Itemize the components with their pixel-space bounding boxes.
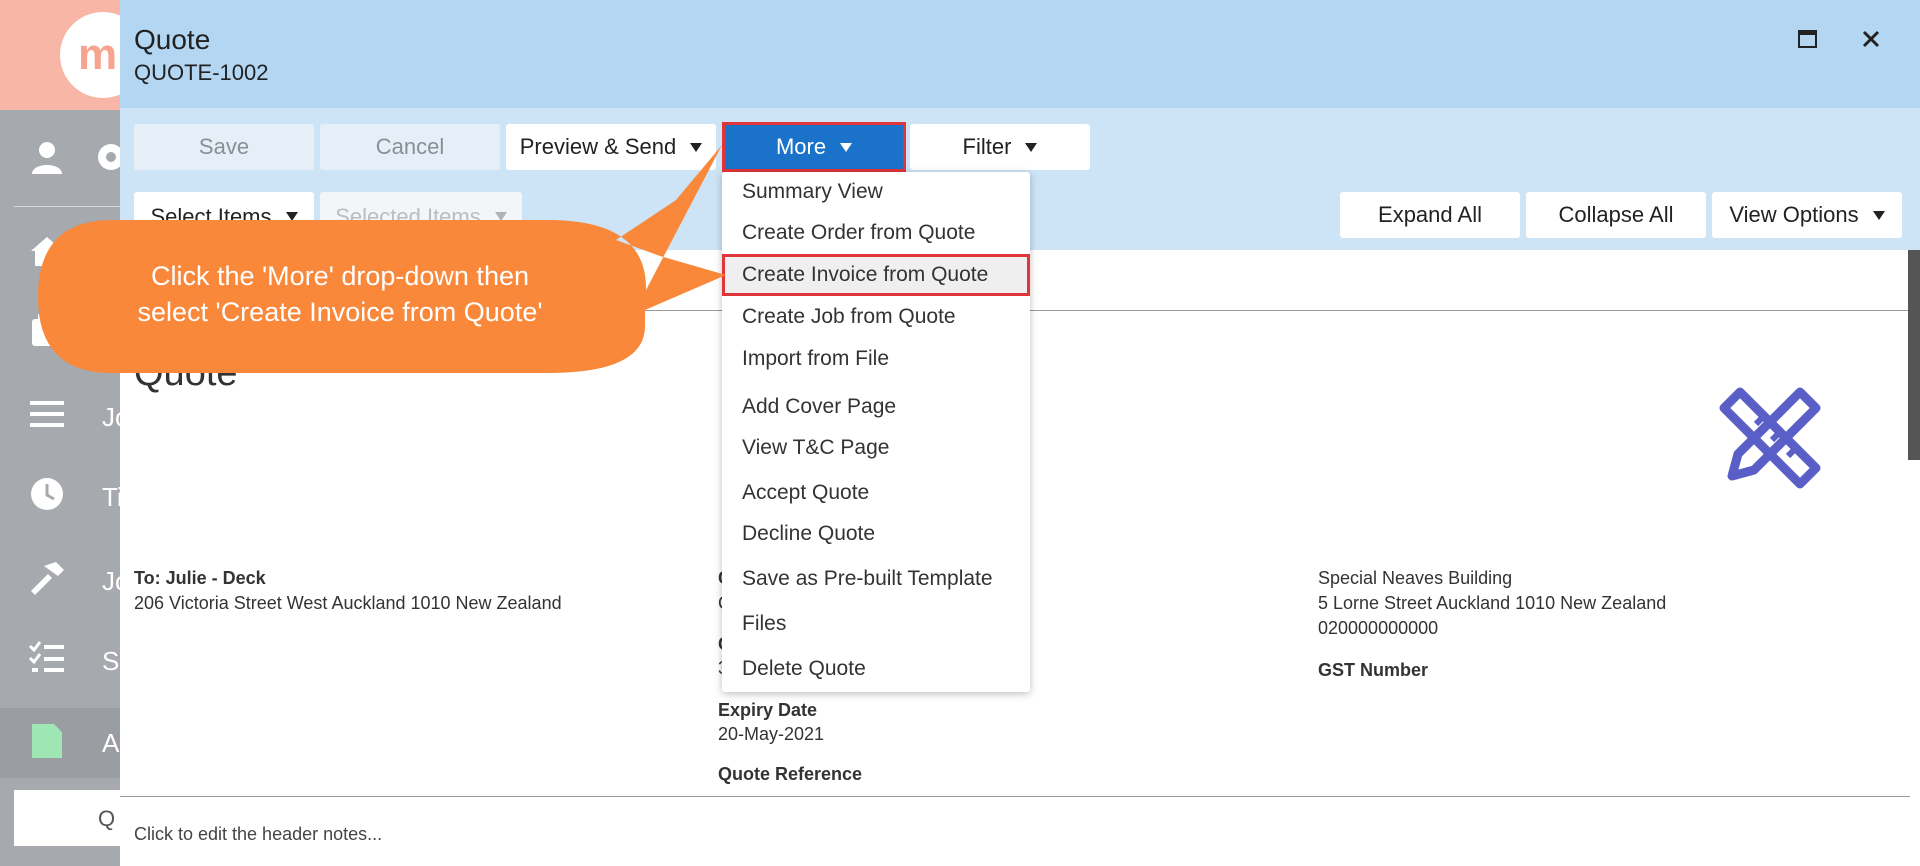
document-divider: [120, 796, 1910, 797]
sidebar-item-label: S: [102, 646, 120, 676]
collapse-all-button[interactable]: Collapse All: [1526, 192, 1706, 238]
company-phone: 020000000000: [1318, 618, 1439, 638]
expiry-date-label: Expiry Date: [718, 700, 818, 720]
menu-item-add-cover-page[interactable]: Add Cover Page: [722, 388, 1030, 426]
modal-header: Quote QUOTE-1002: [120, 0, 1920, 108]
to-address: 206 Victoria Street West Auckland 1010 N…: [134, 593, 562, 613]
expand-all-label: Expand All: [1378, 202, 1482, 227]
view-options-label: View Options: [1729, 202, 1859, 227]
sidebar-search[interactable]: [14, 790, 134, 846]
hammer-icon[interactable]: [28, 558, 66, 596]
callout-line-1: Click the 'More' drop-down then: [151, 261, 529, 291]
company-name: Special Neaves Building: [1318, 568, 1513, 588]
close-icon[interactable]: [1856, 24, 1886, 54]
instruction-callout-text: Click the 'More' drop-down then select '…: [60, 258, 620, 330]
sidebar-item-label: A: [102, 728, 120, 758]
app-logo-text: m: [78, 30, 117, 79]
chevron-down-icon: [1872, 210, 1885, 220]
menu-item-save-template[interactable]: Save as Pre-built Template: [722, 560, 1030, 598]
menu-icon[interactable]: [28, 395, 66, 433]
view-options-button[interactable]: View Options: [1712, 192, 1902, 238]
callout-line-2: select 'Create Invoice from Quote': [137, 297, 543, 327]
menu-item-accept-quote[interactable]: Accept Quote: [722, 474, 1030, 512]
menu-item-view-tc-page[interactable]: View T&C Page: [722, 429, 1030, 467]
document-icon[interactable]: [28, 722, 66, 760]
menu-item-delete-quote[interactable]: Delete Quote: [722, 650, 1030, 688]
to-label: To: Julie - Deck: [134, 568, 266, 588]
maximize-icon[interactable]: [1796, 28, 1820, 52]
menu-item-files[interactable]: Files: [722, 605, 1030, 643]
collapse-all-label: Collapse All: [1558, 202, 1674, 227]
clock-icon[interactable]: [28, 475, 66, 513]
quote-reference-label: Quote Reference: [718, 764, 863, 784]
expand-all-button[interactable]: Expand All: [1340, 192, 1520, 238]
chevron-down-icon: [1025, 142, 1038, 152]
company-address: 5 Lorne Street Auckland 1010 New Zealand: [1318, 593, 1667, 613]
sidebar-search-text: Q: [98, 806, 116, 831]
scrollbar[interactable]: [1908, 250, 1920, 460]
pencil-ruler-icon: [1719, 387, 1821, 489]
gst-number-label: GST Number: [1318, 660, 1429, 680]
modal-subtitle: QUOTE-1002: [134, 60, 269, 85]
expiry-date-value: 20-May-2021: [718, 724, 825, 744]
modal-title: Quote: [134, 24, 211, 55]
header-notes-editor[interactable]: Click to edit the header notes...: [134, 824, 382, 845]
menu-item-decline-quote[interactable]: Decline Quote: [722, 515, 1030, 553]
checklist-icon[interactable]: [28, 638, 66, 676]
